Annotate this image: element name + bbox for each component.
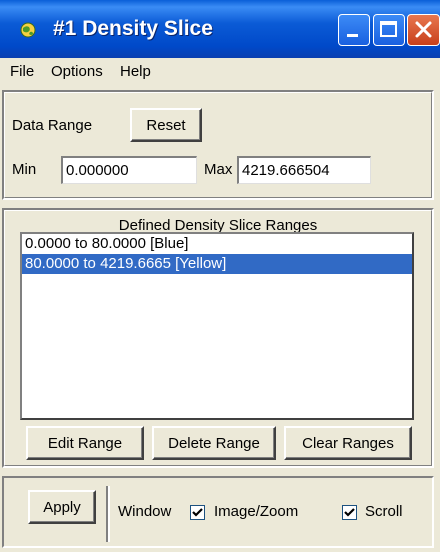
close-button[interactable] (407, 14, 440, 46)
density-slice-window: #1 Density Slice File Options Help Data … (0, 0, 440, 552)
ranges-listbox[interactable]: 0.0000 to 80.0000 [Blue] 80.0000 to 4219… (20, 232, 414, 420)
image-zoom-label: Image/Zoom (214, 503, 299, 520)
close-icon (415, 21, 432, 38)
menu-file[interactable]: File (10, 62, 34, 82)
data-range-label: Data Range (12, 117, 93, 134)
edit-range-button[interactable]: Edit Range (26, 426, 144, 460)
menu-bar: File Options Help (0, 58, 440, 86)
apply-separator (106, 486, 110, 542)
menu-help[interactable]: Help (120, 62, 151, 82)
min-label: Min (12, 161, 37, 178)
min-field[interactable] (61, 156, 197, 184)
range-item-blue[interactable]: 0.0000 to 80.0000 [Blue] (22, 234, 412, 254)
minimize-button[interactable] (338, 14, 370, 46)
image-zoom-checkbox[interactable] (190, 505, 205, 520)
reset-button[interactable]: Reset (130, 108, 202, 142)
range-item-yellow[interactable]: 80.0000 to 4219.6665 [Yellow] (22, 254, 412, 274)
menu-options[interactable]: Options (51, 62, 103, 82)
window-label: Window (118, 503, 172, 520)
apply-button[interactable]: Apply (28, 490, 96, 524)
max-field[interactable] (237, 156, 371, 184)
delete-range-button[interactable]: Delete Range (152, 426, 276, 460)
maximize-icon (380, 21, 397, 37)
scroll-label: Scroll (365, 503, 403, 520)
checkmark-icon (192, 508, 203, 517)
minimize-icon (347, 34, 358, 37)
title-bar[interactable]: #1 Density Slice (0, 0, 440, 58)
app-globe-icon (20, 22, 36, 38)
max-label: Max (204, 161, 233, 178)
window-title: #1 Density Slice (53, 17, 213, 40)
checkmark-icon (344, 508, 355, 517)
maximize-button[interactable] (373, 14, 405, 46)
scroll-checkbox[interactable] (342, 505, 357, 520)
clear-ranges-button[interactable]: Clear Ranges (284, 426, 412, 460)
